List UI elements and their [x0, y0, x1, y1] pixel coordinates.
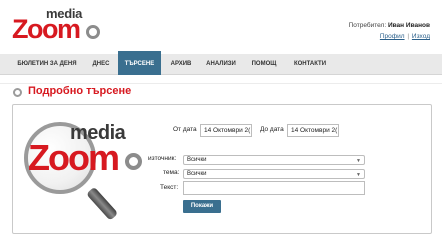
source-select[interactable]: Всички ▼ — [183, 155, 365, 165]
topic-label: тема: — [163, 169, 180, 176]
nav-item-archive[interactable]: АРХИВ — [163, 54, 199, 75]
text-search-input[interactable] — [183, 181, 365, 195]
main-nav: БЮЛЕТИН ЗА ДЕНЯ ДНЕС ТЪРСЕНЕ АРХИВ АНАЛИ… — [0, 51, 442, 75]
source-select-value: Всички — [187, 157, 207, 163]
nav-item-contacts[interactable]: КОНТАКТИ — [284, 54, 336, 75]
nav-item-daily-bulletin[interactable]: БЮЛЕТИН ЗА ДЕНЯ — [12, 54, 82, 75]
text-label: Текст: — [160, 184, 179, 191]
nav-item-help[interactable]: ПОМОЩ — [244, 54, 284, 75]
logo-ring-icon — [86, 25, 100, 39]
ring-bullet-icon — [13, 88, 22, 97]
user-label: Потребител: — [348, 22, 387, 29]
site-logo[interactable]: media Zoom — [12, 5, 102, 45]
show-button[interactable]: Покажи — [183, 200, 221, 213]
user-panel: Потребител: Иван Иванов Профил | Изход — [349, 20, 430, 42]
topic-select-value: Всички — [187, 171, 207, 177]
source-label: източник: — [148, 155, 177, 162]
to-date-label: До дата — [260, 126, 284, 133]
header: media Zoom Потребител: Иван Иванов Профи… — [0, 0, 442, 52]
profile-link[interactable]: Профил — [380, 33, 405, 40]
user-name: Иван Иванов — [387, 22, 430, 29]
logout-link[interactable]: Изход — [412, 33, 430, 40]
magnifier-handle — [86, 186, 119, 221]
to-date-field[interactable]: 14 Октомври 2( — [287, 124, 339, 137]
magnifier-logo-icon: media Zoom — [18, 116, 142, 228]
chevron-down-icon: ▼ — [356, 172, 361, 178]
nav-item-analyses[interactable]: АНАЛИЗИ — [200, 54, 242, 75]
link-separator: | — [407, 33, 410, 40]
from-date-field[interactable]: 14 Октомври 2( — [200, 124, 252, 137]
search-logo-ring-icon — [125, 153, 142, 170]
search-logo-zoom-text: Zoom — [28, 137, 120, 178]
chevron-down-icon: ▼ — [356, 158, 361, 164]
page-title: Подробно търсене — [28, 85, 132, 97]
divider — [0, 83, 442, 84]
topic-select[interactable]: Всички ▼ — [183, 169, 365, 179]
nav-item-search[interactable]: ТЪРСЕНЕ — [118, 51, 161, 75]
from-date-label: От дата — [173, 126, 197, 133]
logo-zoom-text: Zoom — [12, 14, 81, 44]
nav-item-today[interactable]: ДНЕС — [84, 54, 118, 75]
